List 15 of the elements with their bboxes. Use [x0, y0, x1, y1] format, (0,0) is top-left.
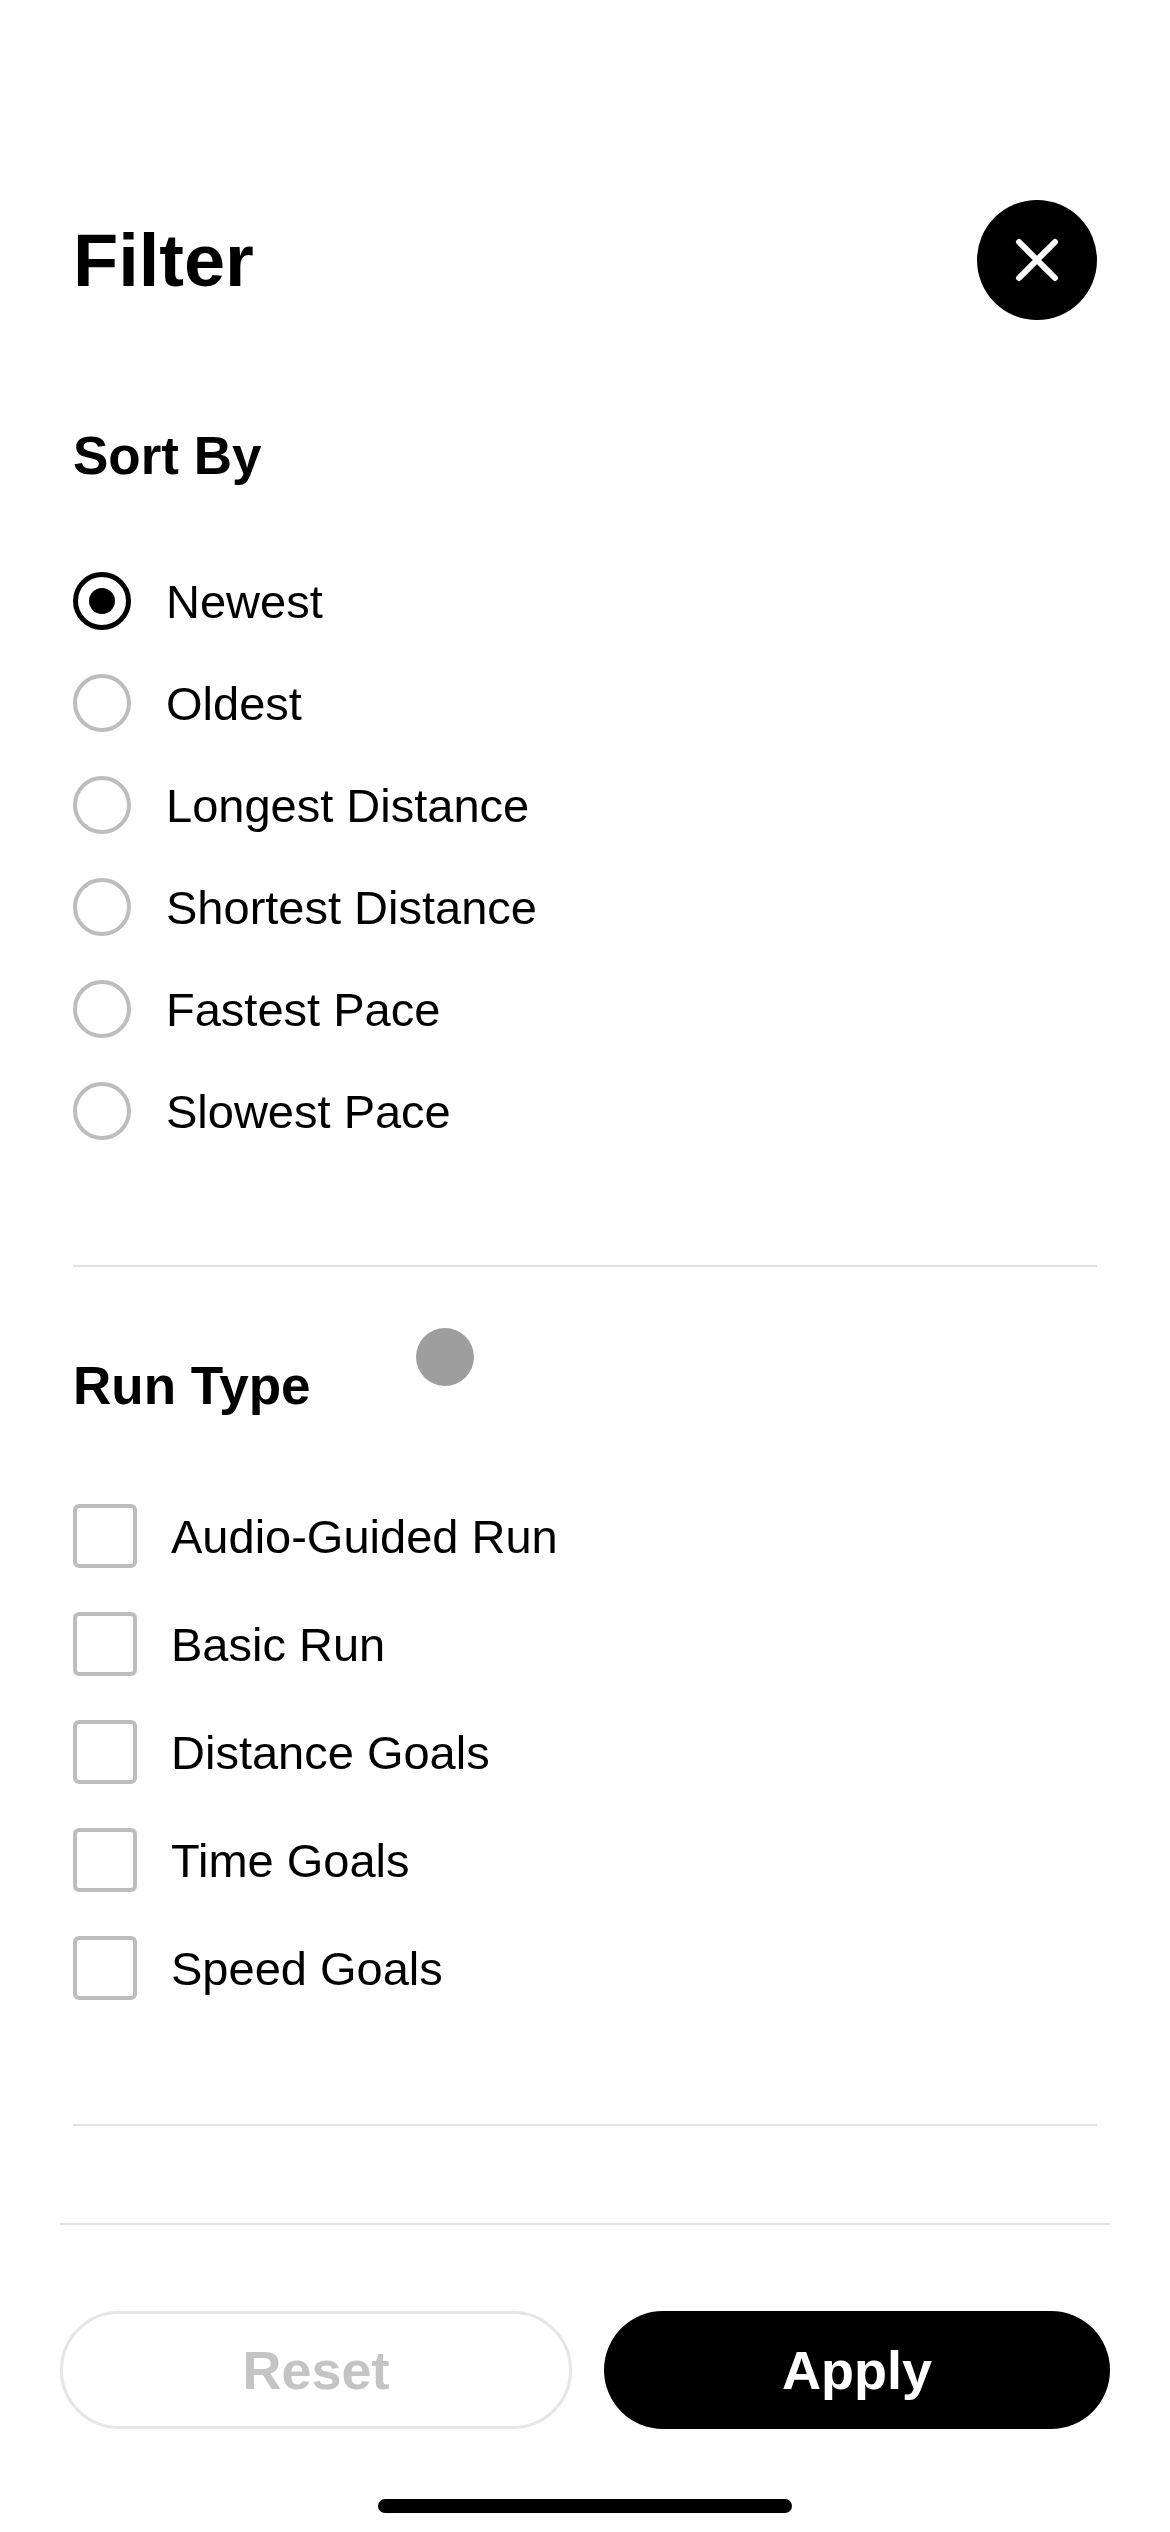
option-label[interactable]: Distance Goals — [171, 1724, 490, 1780]
option-label[interactable]: Shortest Distance — [166, 879, 537, 935]
section-heading: Sort By — [73, 425, 262, 486]
option-label[interactable]: Basic Run — [171, 1616, 386, 1672]
option-label[interactable]: Audio-Guided Run — [171, 1508, 558, 1564]
option-label[interactable]: Time Goals — [171, 1832, 410, 1888]
apply-button[interactable]: Apply — [604, 2311, 1110, 2429]
option-label[interactable]: Speed Goals — [171, 1940, 443, 1996]
option-label[interactable]: Newest — [166, 573, 323, 629]
filter-title: Filter — [73, 217, 254, 303]
section-heading: Run Type — [73, 1355, 311, 1416]
option-label[interactable]: Slowest Pace — [166, 1083, 451, 1139]
option-label[interactable]: Fastest Pace — [166, 981, 441, 1037]
option-label[interactable]: Longest Distance — [166, 777, 530, 833]
option-label[interactable]: Oldest — [166, 675, 302, 731]
